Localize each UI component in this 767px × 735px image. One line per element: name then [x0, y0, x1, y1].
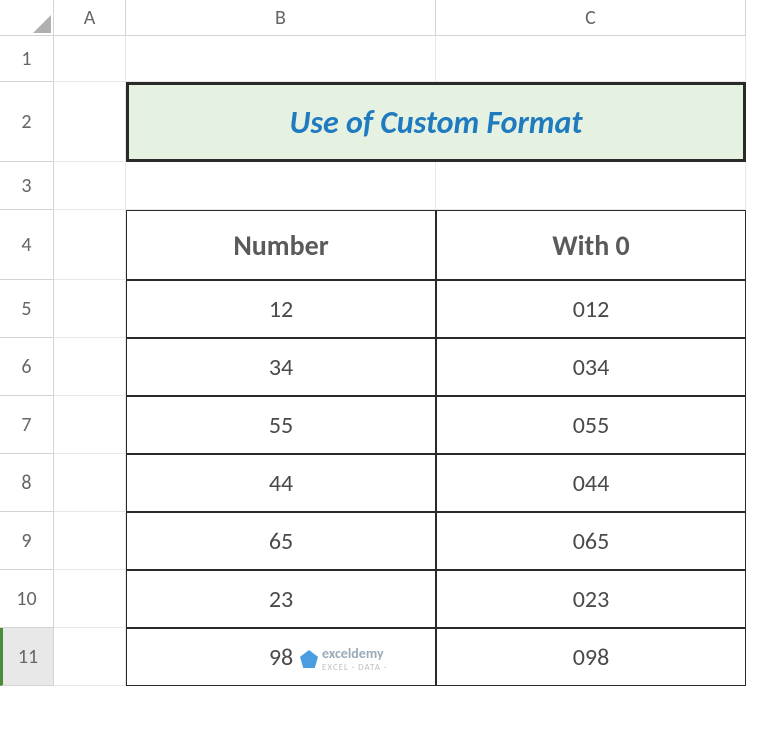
- col-head-B[interactable]: B: [126, 0, 436, 36]
- table-header-with0[interactable]: With 0: [436, 210, 746, 280]
- cell-B1[interactable]: [126, 36, 436, 82]
- row-head-7[interactable]: 7: [0, 396, 54, 454]
- table-row[interactable]: 23: [126, 570, 436, 628]
- cell-B3[interactable]: [126, 162, 436, 210]
- row-head-8[interactable]: 8: [0, 454, 54, 512]
- table-row[interactable]: 044: [436, 454, 746, 512]
- row-head-5[interactable]: 5: [0, 280, 54, 338]
- row-head-3[interactable]: 3: [0, 162, 54, 210]
- watermark-brand: exceldemy: [322, 645, 387, 662]
- cell-A8[interactable]: [54, 454, 126, 512]
- table-row[interactable]: 34: [126, 338, 436, 396]
- row-head-1[interactable]: 1: [0, 36, 54, 82]
- table-row[interactable]: 098: [436, 628, 746, 686]
- row-head-4[interactable]: 4: [0, 210, 54, 280]
- cell-A1[interactable]: [54, 36, 126, 82]
- cell-A10[interactable]: [54, 570, 126, 628]
- cell-C3[interactable]: [436, 162, 746, 210]
- row-head-2[interactable]: 2: [0, 82, 54, 162]
- cell-A5[interactable]: [54, 280, 126, 338]
- watermark-sub: EXCEL · DATA ·: [322, 662, 387, 673]
- watermark: exceldemy EXCEL · DATA ·: [300, 645, 387, 673]
- row-head-6[interactable]: 6: [0, 338, 54, 396]
- table-row[interactable]: 55: [126, 396, 436, 454]
- table-row[interactable]: 055: [436, 396, 746, 454]
- cell-A9[interactable]: [54, 512, 126, 570]
- cell-A4[interactable]: [54, 210, 126, 280]
- table-row[interactable]: 012: [436, 280, 746, 338]
- table-header-number[interactable]: Number: [126, 210, 436, 280]
- col-head-A[interactable]: A: [54, 0, 126, 36]
- cell-A2[interactable]: [54, 82, 126, 162]
- table-row[interactable]: 12: [126, 280, 436, 338]
- col-head-C[interactable]: C: [436, 0, 746, 36]
- row-head-10[interactable]: 10: [0, 570, 54, 628]
- watermark-icon: [300, 650, 318, 668]
- cell-A3[interactable]: [54, 162, 126, 210]
- cell-A7[interactable]: [54, 396, 126, 454]
- select-all-triangle[interactable]: [0, 0, 54, 36]
- table-row[interactable]: 065: [436, 512, 746, 570]
- row-head-9[interactable]: 9: [0, 512, 54, 570]
- table-row[interactable]: 44: [126, 454, 436, 512]
- table-row[interactable]: 98: [126, 628, 436, 686]
- row-head-11[interactable]: 11: [0, 628, 54, 686]
- spreadsheet-grid: A B C 1 2 Use of Custom Format 3 4 Numbe…: [0, 0, 767, 686]
- table-row[interactable]: 034: [436, 338, 746, 396]
- cell-C1[interactable]: [436, 36, 746, 82]
- table-row[interactable]: 023: [436, 570, 746, 628]
- title-merged-cell[interactable]: Use of Custom Format: [126, 82, 746, 162]
- table-row[interactable]: 65: [126, 512, 436, 570]
- cell-A6[interactable]: [54, 338, 126, 396]
- cell-A11[interactable]: [54, 628, 126, 686]
